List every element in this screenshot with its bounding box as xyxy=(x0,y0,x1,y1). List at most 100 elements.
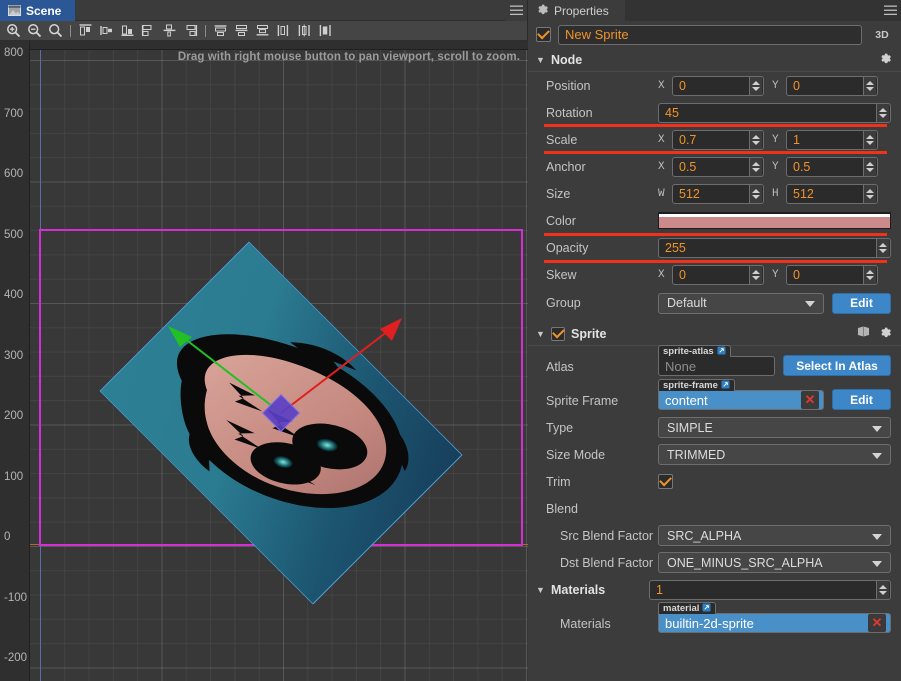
size-width-input[interactable]: 512 xyxy=(672,183,764,204)
row-anchor: Anchor X 0.5 Y 0.5 xyxy=(528,153,901,180)
tabbar-filler xyxy=(75,0,505,21)
align-left-icon[interactable] xyxy=(76,22,95,40)
select-in-atlas-button[interactable]: Select In Atlas xyxy=(783,355,891,376)
skew-y-stepper[interactable] xyxy=(863,265,876,284)
label-trim: Trim xyxy=(546,474,571,489)
node-3d-toggle[interactable]: 3D xyxy=(869,29,895,41)
size-width-value: 512 xyxy=(679,186,700,201)
size-height-input[interactable]: 512 xyxy=(786,183,878,204)
transform-gizmo[interactable] xyxy=(0,41,528,681)
align-vertical-top-icon[interactable] xyxy=(160,22,179,40)
align-vertical-middle-icon[interactable] xyxy=(181,22,200,40)
position-y-stepper[interactable] xyxy=(863,76,876,95)
size-height-stepper[interactable] xyxy=(863,184,876,203)
materials-count-stepper[interactable] xyxy=(876,580,889,599)
gizmo-center-handle xyxy=(261,393,301,433)
sprite-frame-edit-button[interactable]: Edit xyxy=(832,389,891,410)
sprite-frame-asset-field[interactable]: sprite-frame content ✕ xyxy=(658,379,824,410)
gizmo-y-axis-arrowhead xyxy=(168,326,192,347)
materials-count-input[interactable]: 1 xyxy=(649,579,891,600)
align-horizontal-left-icon[interactable] xyxy=(97,22,116,40)
section-header-materials[interactable]: ▼ Materials 1 xyxy=(528,576,901,603)
node-enabled-checkbox[interactable] xyxy=(536,27,551,42)
external-link-icon[interactable] xyxy=(721,380,730,391)
node-name-input[interactable]: New Sprite xyxy=(558,24,862,45)
book-icon[interactable] xyxy=(855,326,871,341)
group-edit-button[interactable]: Edit xyxy=(832,292,891,314)
distribute-center-icon[interactable] xyxy=(295,22,314,40)
scale-x-input[interactable]: 0.7 xyxy=(672,129,764,150)
anchor-x-stepper[interactable] xyxy=(749,157,762,176)
label-type: Type xyxy=(546,420,574,435)
align-horizontal-right-icon[interactable] xyxy=(139,22,158,40)
anchor-y-input[interactable]: 0.5 xyxy=(786,156,878,177)
distribute-right-icon[interactable] xyxy=(316,22,335,40)
distribute-middle-icon[interactable] xyxy=(232,22,251,40)
skew-y-input[interactable]: 0 xyxy=(786,264,878,285)
zoom-in-icon[interactable] xyxy=(4,22,23,40)
anchor-y-stepper[interactable] xyxy=(863,157,876,176)
properties-menu-icon[interactable] xyxy=(879,0,901,21)
opacity-stepper[interactable] xyxy=(876,238,889,257)
src-blend-factor-value: SRC_ALPHA xyxy=(667,528,742,543)
scene-menu-icon[interactable] xyxy=(505,0,527,21)
opacity-input[interactable]: 255 xyxy=(658,237,891,258)
atlas-asset-field[interactable]: sprite-atlas None xyxy=(658,345,775,376)
gear-icon xyxy=(536,3,549,19)
position-y-axis-label: Y xyxy=(772,79,779,92)
size-mode-value: TRIMMED xyxy=(667,447,726,462)
clear-material-icon[interactable]: ✕ xyxy=(868,614,886,632)
scale-x-stepper[interactable] xyxy=(749,130,762,149)
sprite-frame-type-tab[interactable]: sprite-frame xyxy=(658,379,735,391)
tab-scene[interactable]: Scene xyxy=(0,0,76,21)
skew-x-stepper[interactable] xyxy=(749,265,762,284)
label-position: Position xyxy=(546,78,591,93)
zoom-out-icon[interactable] xyxy=(25,22,44,40)
chevron-down-icon xyxy=(872,452,882,459)
sprite-enabled-checkbox[interactable] xyxy=(551,326,565,341)
position-x-input[interactable]: 0 xyxy=(672,75,764,96)
size-width-stepper[interactable] xyxy=(749,184,762,203)
section-header-sprite[interactable]: ▼ Sprite xyxy=(528,322,901,346)
atlas-value[interactable]: None xyxy=(658,356,775,376)
skew-y-value: 0 xyxy=(793,267,800,282)
atlas-type-tab[interactable]: sprite-atlas xyxy=(658,345,731,357)
rotation-stepper[interactable] xyxy=(876,103,889,122)
external-link-icon[interactable] xyxy=(717,346,726,357)
tab-properties[interactable]: Properties xyxy=(528,0,625,21)
scene-viewport[interactable]: 9008007006005004003002001000-100-200 Dra… xyxy=(0,41,528,681)
position-x-stepper[interactable] xyxy=(749,76,762,95)
ruler-tick-label: 600 xyxy=(4,168,24,180)
group-select[interactable]: Default xyxy=(658,292,824,314)
section-title-node: Node xyxy=(551,52,583,67)
sprite-frame-value-row[interactable]: content ✕ xyxy=(658,390,824,410)
anchor-x-input[interactable]: 0.5 xyxy=(672,156,764,177)
trim-checkbox[interactable] xyxy=(658,474,673,489)
distribute-bottom-icon[interactable] xyxy=(253,22,272,40)
external-link-icon[interactable] xyxy=(702,603,711,614)
material-value-row[interactable]: builtin-2d-sprite ✕ xyxy=(658,613,891,633)
align-horizontal-center-icon[interactable] xyxy=(118,22,137,40)
clear-sprite-frame-icon[interactable]: ✕ xyxy=(801,391,819,409)
section-header-node[interactable]: ▼ Node xyxy=(528,48,901,72)
distribute-left-icon[interactable] xyxy=(274,22,293,40)
rotation-input[interactable]: 45 xyxy=(658,102,891,123)
material-type-tab[interactable]: material xyxy=(658,602,717,614)
node-settings-gear-icon[interactable] xyxy=(877,52,893,68)
type-select[interactable]: SIMPLE xyxy=(658,417,891,438)
position-y-input[interactable]: 0 xyxy=(786,75,878,96)
color-swatch[interactable] xyxy=(658,212,891,229)
distribute-top-icon[interactable] xyxy=(211,22,230,40)
size-mode-select[interactable]: TRIMMED xyxy=(658,444,891,465)
scale-y-input[interactable]: 1 xyxy=(786,129,878,150)
opacity-modified-marker xyxy=(544,260,887,263)
anchor-y-value: 0.5 xyxy=(793,159,811,174)
scale-y-stepper[interactable] xyxy=(863,130,876,149)
label-opacity: Opacity xyxy=(546,240,589,255)
skew-x-input[interactable]: 0 xyxy=(672,264,764,285)
zoom-reset-icon[interactable] xyxy=(46,22,65,40)
src-blend-factor-select[interactable]: SRC_ALPHA xyxy=(658,525,891,546)
material-asset-field[interactable]: material builtin-2d-sprite ✕ xyxy=(658,602,891,633)
dst-blend-factor-select[interactable]: ONE_MINUS_SRC_ALPHA xyxy=(658,552,891,573)
sprite-settings-gear-icon[interactable] xyxy=(877,326,893,342)
